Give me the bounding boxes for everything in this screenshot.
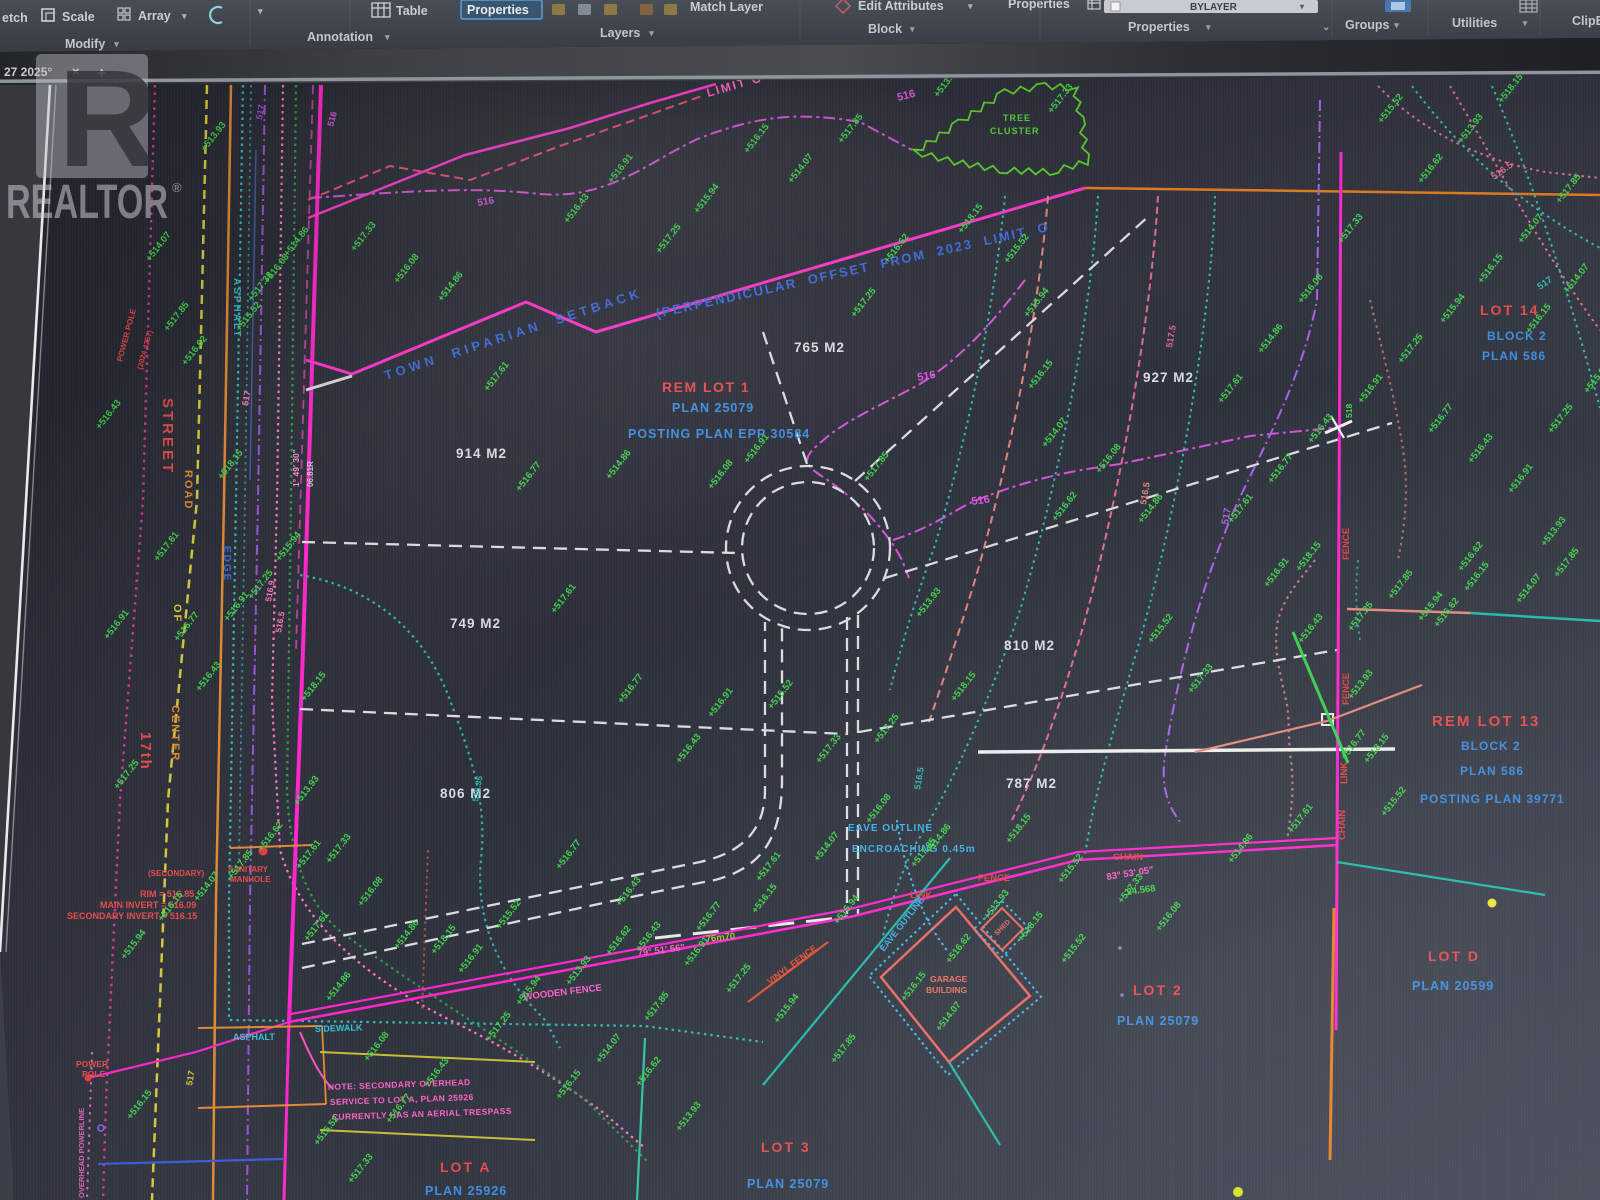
svg-text:▾: ▾ <box>384 32 390 42</box>
svg-text:Annotation: Annotation <box>307 30 373 44</box>
svg-text:▾: ▾ <box>967 1 973 11</box>
svg-text:®: ® <box>172 180 182 195</box>
svg-text:▾: ▾ <box>257 6 263 16</box>
svg-text:Properties: Properties <box>1008 0 1070 11</box>
svg-text:▾: ▾ <box>1393 20 1399 30</box>
svg-text:▾: ▾ <box>1522 18 1528 28</box>
svg-text:▾: ▾ <box>909 24 915 34</box>
svg-text:etch: etch <box>2 11 28 25</box>
svg-text:R: R <box>58 42 158 196</box>
svg-text:⌄: ⌄ <box>1322 22 1330 33</box>
svg-text:Properties: Properties <box>1128 20 1190 34</box>
svg-text:Groups: Groups <box>1345 18 1389 32</box>
svg-text:▾: ▾ <box>181 11 187 21</box>
svg-text:ClipE: ClipE <box>1572 14 1600 28</box>
svg-text:REALTOR: REALTOR <box>6 176 168 229</box>
svg-text:Table: Table <box>396 4 428 18</box>
svg-text:Block: Block <box>868 22 902 36</box>
svg-text:Properties: Properties <box>467 3 529 17</box>
svg-text:BYLAYER: BYLAYER <box>1190 2 1238 13</box>
svg-text:▾: ▾ <box>1205 22 1211 32</box>
svg-text:▾: ▾ <box>648 28 654 38</box>
svg-text:Array: Array <box>138 9 171 23</box>
svg-text:Edit Attributes: Edit Attributes <box>858 0 944 13</box>
svg-text:Scale: Scale <box>62 10 95 24</box>
svg-text:Layers: Layers <box>600 26 640 40</box>
svg-text:Match Layer: Match Layer <box>690 0 763 14</box>
svg-text:Utilities: Utilities <box>1452 16 1497 30</box>
